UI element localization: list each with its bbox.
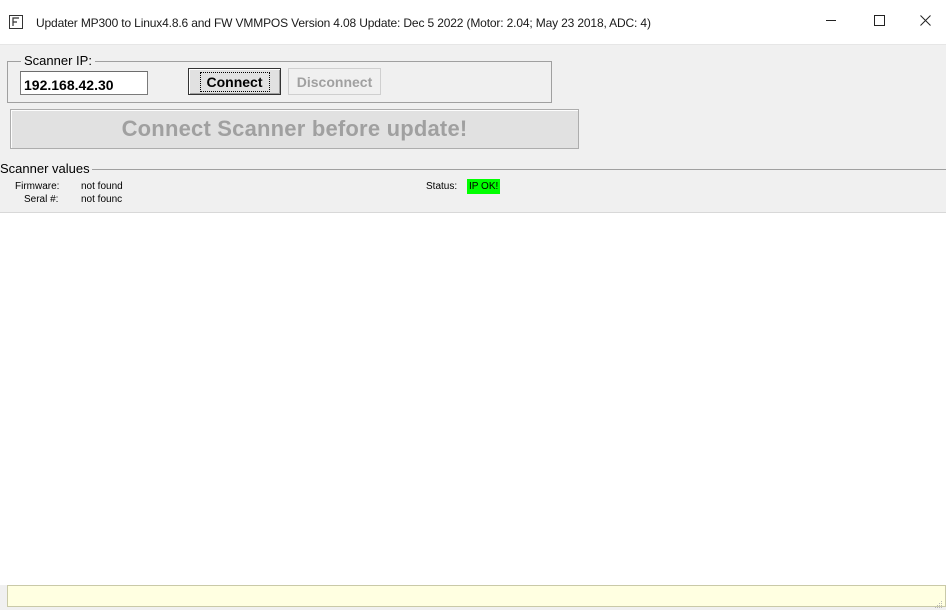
title-bar[interactable]: Updater MP300 to Linux4.8.6 and FW VMMPO… [0,0,946,45]
scanner-values-label: Scanner values [0,161,92,176]
disconnect-button[interactable]: Disconnect [288,68,381,95]
status-value: IP OK! [467,179,501,194]
close-icon [919,13,931,31]
minimize-icon [825,13,837,31]
window-title: Updater MP300 to Linux4.8.6 and FW VMMPO… [36,16,651,30]
status-bar [7,585,946,608]
serial-label: Seral #: [24,194,59,205]
maximize-icon [873,13,885,31]
update-button[interactable]: Connect Scanner before update! [10,109,579,149]
scanner-values-group: Scanner values Firmware: not found Seral… [0,162,946,213]
log-area[interactable] [0,212,946,585]
scanner-ip-label: Scanner IP: [21,54,95,68]
firmware-value: not found [81,181,123,192]
firmware-label: Firmware: [15,181,60,192]
resize-grip-icon[interactable] [935,596,943,608]
status-label: Status: [426,181,458,192]
scanner-ip-group: Scanner IP: Connect Disconnect [7,54,552,103]
minimize-button[interactable] [808,0,854,44]
close-button[interactable] [902,0,946,44]
connect-button-label: Connect [199,71,270,92]
serial-value: not founc [81,194,123,205]
maximize-button[interactable] [856,0,902,44]
scanner-ip-input[interactable] [20,71,148,95]
updater-window: Updater MP300 to Linux4.8.6 and FW VMMPO… [0,0,946,610]
connect-button[interactable]: Connect [188,68,281,95]
app-icon [9,15,23,29]
